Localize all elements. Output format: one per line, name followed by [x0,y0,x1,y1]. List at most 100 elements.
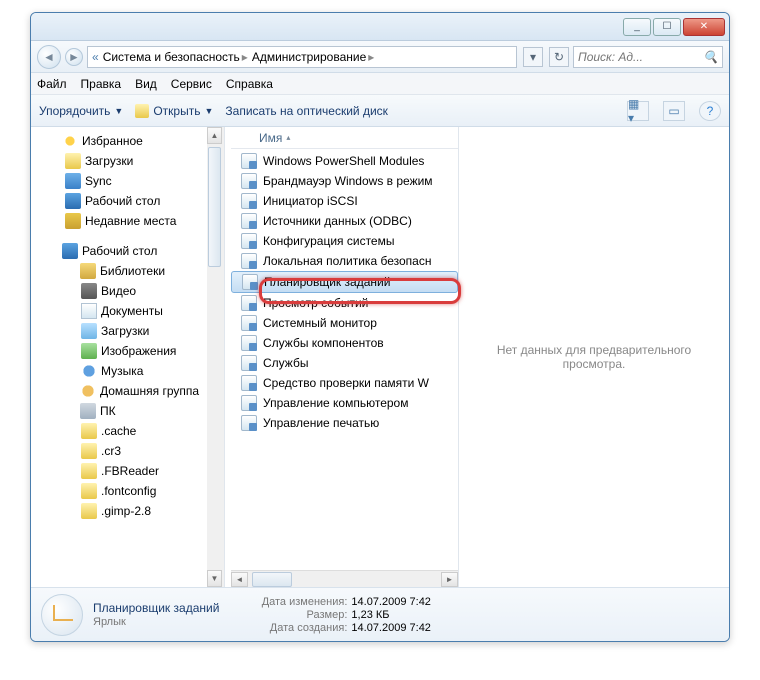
file-item-label: Управление печатью [263,416,379,430]
organize-button[interactable]: Упорядочить ▼ [39,104,123,118]
menu-view[interactable]: Вид [135,77,157,91]
column-header-name[interactable]: Имя ▴ [231,127,458,149]
tree-music[interactable]: Музыка [31,361,224,381]
file-item[interactable]: Службы [231,353,458,373]
shortcut-icon [241,193,257,209]
tree-folder-cache[interactable]: .cache [31,421,224,441]
file-item[interactable]: Брандмауэр Windows в режим [231,171,458,191]
tree-favorites[interactable]: Избранное [31,131,224,151]
forward-button[interactable]: ► [65,48,83,66]
chevron-right-icon: ▸ [242,50,248,64]
file-item[interactable]: Инициатор iSCSI [231,191,458,211]
search-box[interactable]: 🔍 [573,46,723,68]
scroll-up-icon[interactable]: ▲ [207,127,222,144]
horizontal-scrollbar[interactable]: ◄ ► [231,570,458,587]
navigation-bar: ◄ ► « Система и безопасность▸ Администри… [31,41,729,73]
shortcut-icon [241,213,257,229]
file-item[interactable]: Средство проверки памяти W [231,373,458,393]
collapse-icon[interactable] [47,136,58,147]
back-button[interactable]: ◄ [37,45,61,69]
file-item[interactable]: Источники данных (ODBC) [231,211,458,231]
scroll-left-icon[interactable]: ◄ [231,572,248,587]
tree-folder-fbreader[interactable]: .FBReader [31,461,224,481]
menu-file[interactable]: Файл [37,77,67,91]
video-icon [81,283,97,299]
collapse-icon[interactable] [47,246,58,257]
splitter[interactable] [225,127,231,587]
chevron-down-icon: ▼ [114,106,123,116]
scroll-thumb[interactable] [208,147,221,267]
preview-pane-button[interactable]: ▭ [663,101,685,121]
scroll-right-icon[interactable]: ► [441,572,458,587]
chevron-right-icon: ▸ [368,50,374,64]
menu-tools[interactable]: Сервис [171,77,212,91]
sidebar-scrollbar[interactable]: ▲ ▼ [207,127,224,587]
shortcut-icon [241,375,257,391]
shortcut-icon [241,173,257,189]
file-item[interactable]: Службы компонентов [231,333,458,353]
file-item[interactable]: Системный монитор [231,313,458,333]
help-button[interactable]: ? [699,101,721,121]
file-list-pane: Имя ▴ Windows PowerShell Modules Брандмау… [231,127,459,587]
tree-sync[interactable]: Sync [31,171,224,191]
expand-icon[interactable] [65,386,76,397]
tree-video[interactable]: Видео [31,281,224,301]
preview-empty-text: Нет данных для предварительного просмотр… [469,343,719,371]
collapse-icon[interactable] [65,266,76,277]
tree-pc[interactable]: ПК [31,401,224,421]
history-icon: « [92,50,99,64]
tree-desktop-root[interactable]: Рабочий стол [31,241,224,261]
tree-folder-fontconfig[interactable]: .fontconfig [31,481,224,501]
file-item[interactable]: Планировщик заданий [231,271,458,293]
shortcut-icon [241,233,257,249]
tree-lib-downloads[interactable]: Загрузки [31,321,224,341]
details-modified-value: 14.07.2009 7:42 [351,596,431,608]
file-item[interactable]: Локальная политика безопасн [231,251,458,271]
search-input[interactable] [578,50,699,64]
navigation-pane[interactable]: Избранное Загрузки Sync Рабочий стол Нед… [31,127,225,587]
close-button[interactable]: ✕ [683,18,725,36]
file-item[interactable]: Просмотр событий [231,293,458,313]
tree-libraries[interactable]: Библиотеки [31,261,224,281]
scroll-down-icon[interactable]: ▼ [207,570,222,587]
collapse-icon[interactable] [65,406,76,417]
file-item-label: Windows PowerShell Modules [263,154,424,168]
minimize-button[interactable]: _ [623,18,651,36]
address-bar[interactable]: « Система и безопасность▸ Администрирова… [87,46,517,68]
details-size-label: Размер: [237,609,347,621]
maximize-button[interactable]: ☐ [653,18,681,36]
image-icon [81,343,97,359]
shortcut-icon [241,395,257,411]
menu-help[interactable]: Справка [226,77,273,91]
details-size-value: 1,23 КБ [351,609,389,621]
file-item[interactable]: Управление печатью [231,413,458,433]
tree-documents[interactable]: Документы [31,301,224,321]
breadcrumb-segment[interactable]: Система и безопасность [103,50,240,64]
view-mode-button[interactable]: ▦ ▾ [627,101,649,121]
scroll-thumb[interactable] [252,572,292,587]
file-item[interactable]: Windows PowerShell Modules [231,151,458,171]
burn-button[interactable]: Записать на оптический диск [225,104,388,118]
open-button[interactable]: Открыть ▼ [135,104,213,118]
tree-homegroup[interactable]: Домашняя группа [31,381,224,401]
tree-folder-cr3[interactable]: .cr3 [31,441,224,461]
file-list[interactable]: Windows PowerShell Modules Брандмауэр Win… [231,149,458,570]
menu-edit[interactable]: Правка [81,77,122,91]
address-dropdown-button[interactable]: ▾ [523,47,543,67]
file-item[interactable]: Конфигурация системы [231,231,458,251]
details-pane: Планировщик заданий Ярлык Дата изменения… [31,587,729,641]
chevron-down-icon: ▼ [204,106,213,116]
folder-icon [81,443,97,459]
tree-folder-gimp[interactable]: .gimp-2.8 [31,501,224,521]
tree-images[interactable]: Изображения [31,341,224,361]
menu-bar: Файл Правка Вид Сервис Справка [31,73,729,95]
tree-desktop-fav[interactable]: Рабочий стол [31,191,224,211]
breadcrumb-segment[interactable]: Администрирование [252,50,366,64]
file-item-label: Службы компонентов [263,336,384,350]
document-icon [81,303,97,319]
details-modified-label: Дата изменения: [237,596,347,608]
file-item[interactable]: Управление компьютером [231,393,458,413]
tree-recent[interactable]: Недавние места [31,211,224,231]
tree-downloads[interactable]: Загрузки [31,151,224,171]
refresh-button[interactable]: ↻ [549,47,569,67]
